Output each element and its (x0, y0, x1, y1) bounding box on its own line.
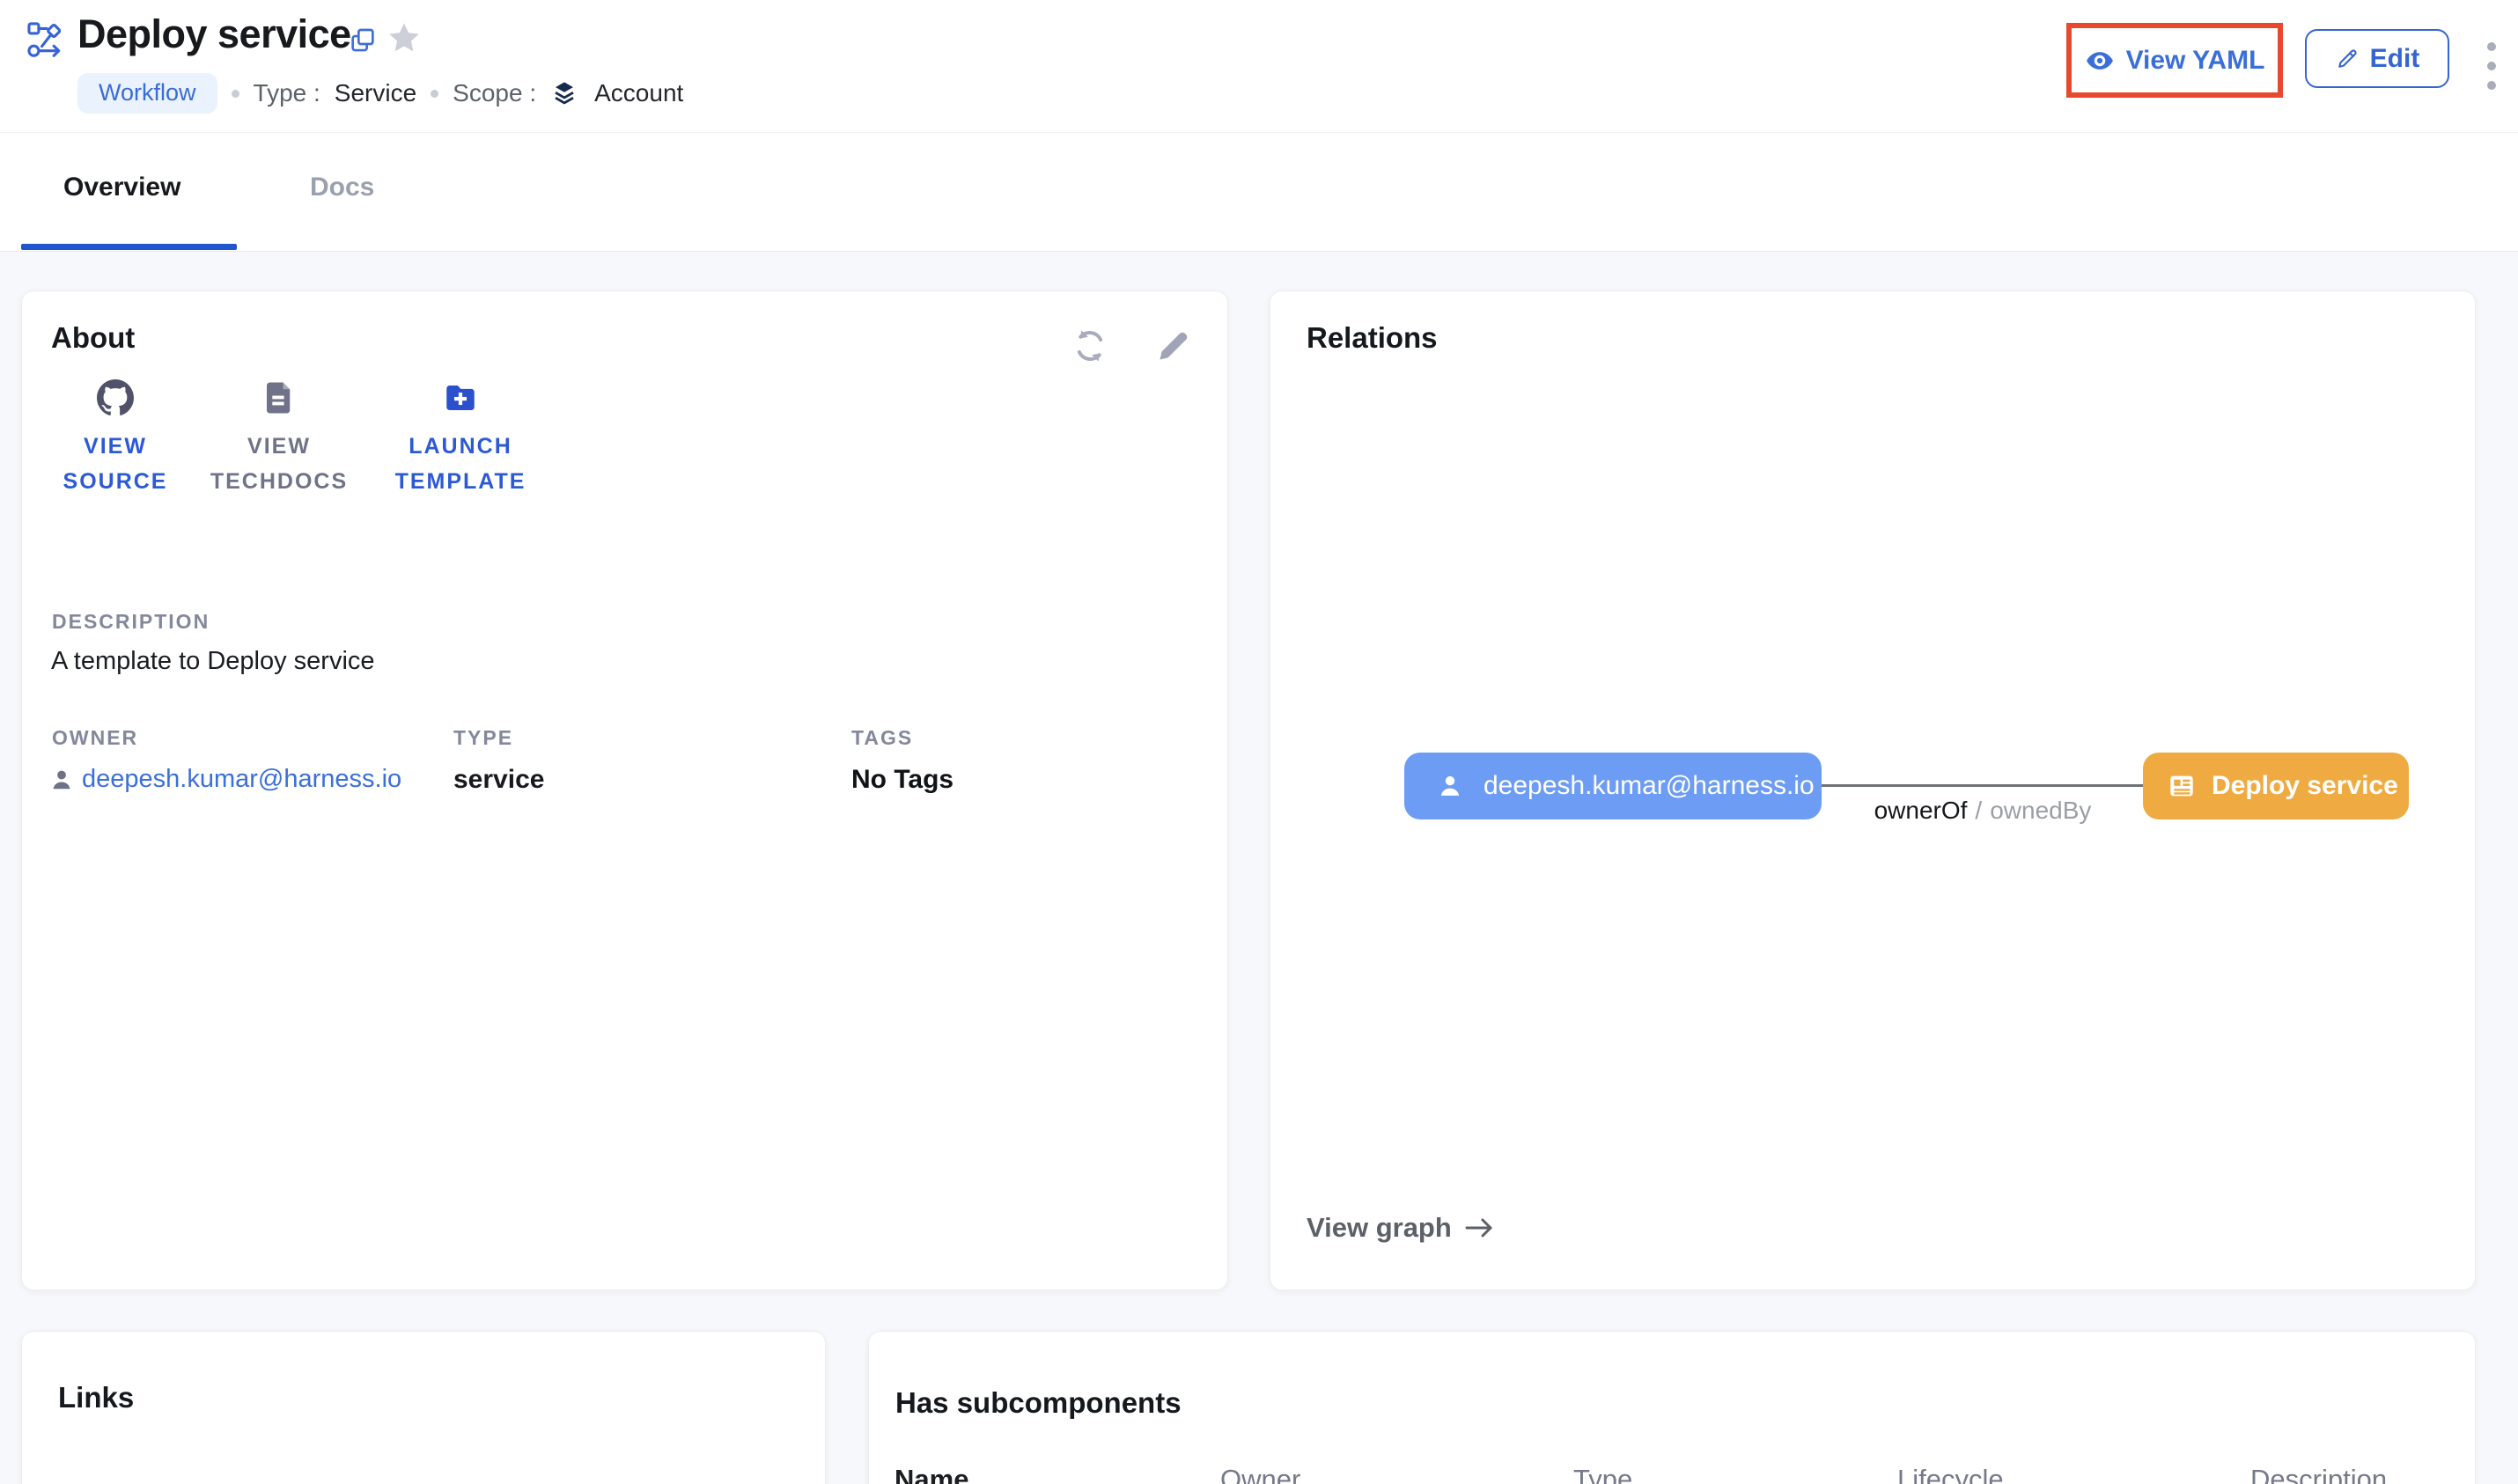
type-label: Type : (254, 79, 320, 107)
edge-label-ownerof: ownerOf (1874, 797, 1968, 825)
scope-label: Scope : (453, 79, 536, 107)
graph-node-component[interactable]: Deploy service (2143, 753, 2409, 819)
tags-label: TAGS (851, 726, 913, 750)
edit-label: Edit (2370, 44, 2420, 74)
description-label: DESCRIPTION (52, 610, 210, 634)
graph-node-user-label: deepesh.kumar@harness.io (1484, 771, 1815, 801)
column-header-name[interactable]: Name (895, 1464, 968, 1484)
subcomponents-card-title: Has subcomponents (895, 1386, 1182, 1420)
launch-template-label-line1: LAUNCH (395, 429, 526, 464)
relation-edge-label: ownerOf / ownedBy (1822, 797, 2144, 825)
view-graph-link[interactable]: View graph (1307, 1212, 1496, 1244)
page-header: Deploy service Workflow Type : Service S… (0, 0, 2518, 252)
view-yaml-label: View YAML (2126, 46, 2265, 76)
edit-about-pencil-icon[interactable] (1154, 327, 1193, 365)
view-yaml-highlight-box: View YAML (2066, 23, 2283, 98)
view-techdocs-label-line1: VIEW (210, 429, 348, 464)
refresh-icon[interactable] (1071, 327, 1109, 365)
type-value: Service (335, 79, 416, 107)
entity-meta-row: Workflow Type : Service Scope : Account (77, 72, 683, 114)
separator-dot (232, 90, 239, 98)
kind-badge: Workflow (77, 73, 217, 114)
column-header-description[interactable]: Description (2250, 1464, 2387, 1484)
view-graph-label: View graph (1307, 1212, 1452, 1244)
person-icon (1436, 772, 1464, 800)
layers-icon (550, 79, 578, 107)
view-source-label-line1: VIEW (63, 429, 168, 464)
scope-value: Account (594, 79, 683, 107)
relations-card: Relations ownerOf / ownedBy deepesh.kuma… (1270, 290, 2476, 1290)
tags-value: No Tags (851, 765, 953, 795)
owner-link[interactable]: deepesh.kumar@harness.io (82, 765, 401, 794)
graph-node-component-label: Deploy service (2212, 771, 2398, 801)
relation-edge-line (1822, 784, 2144, 787)
about-actions-row: VIEW SOURCE VIEW TECHDOCS (54, 379, 540, 499)
edge-label-separator: / (1975, 797, 1982, 825)
eye-icon (2085, 46, 2115, 76)
tab-overview[interactable]: Overview (63, 173, 180, 202)
page-title: Deploy service (77, 11, 351, 57)
view-source-label-line2: SOURCE (63, 464, 168, 499)
edge-label-ownedby: ownedBy (1990, 797, 2091, 825)
subcomponents-card: Has subcomponents Name Owner Type Lifecy… (868, 1331, 2476, 1484)
edit-button[interactable]: Edit (2305, 29, 2449, 88)
type-field-label: TYPE (453, 726, 513, 750)
copy-icon[interactable] (349, 26, 377, 55)
separator-dot (431, 90, 438, 98)
launch-template-button[interactable]: LAUNCH TEMPLATE (381, 379, 540, 499)
view-yaml-button[interactable]: View YAML (2085, 46, 2265, 76)
links-card: Links (21, 1331, 826, 1484)
active-tab-indicator (21, 244, 237, 250)
description-value: A template to Deploy service (51, 647, 375, 676)
folder-plus-icon (442, 379, 479, 416)
entity-page: Deploy service Workflow Type : Service S… (0, 0, 2518, 1484)
arrow-right-icon (1464, 1215, 1496, 1241)
tab-docs[interactable]: Docs (310, 173, 374, 202)
type-field-value: service (453, 765, 544, 795)
view-techdocs-button[interactable]: VIEW TECHDOCS (200, 379, 358, 499)
launch-template-label-line2: TEMPLATE (395, 464, 526, 499)
star-icon[interactable] (386, 19, 423, 56)
relations-card-title: Relations (1307, 321, 1438, 355)
view-source-button[interactable]: VIEW SOURCE (54, 379, 177, 499)
column-header-lifecycle[interactable]: Lifecycle (1897, 1464, 2004, 1484)
template-icon (2168, 772, 2196, 800)
header-divider (0, 132, 2518, 133)
person-icon (48, 767, 75, 793)
more-options-kebab-menu[interactable] (2486, 42, 2497, 90)
techdocs-icon (261, 379, 298, 416)
owner-label: OWNER (52, 726, 138, 750)
github-icon (97, 379, 134, 416)
about-card-title: About (51, 321, 135, 355)
column-header-type[interactable]: Type (1573, 1464, 1632, 1484)
workflow-icon (26, 21, 65, 60)
graph-node-user[interactable]: deepesh.kumar@harness.io (1404, 753, 1822, 819)
view-techdocs-label-line2: TECHDOCS (210, 464, 348, 499)
pencil-icon (2335, 47, 2360, 71)
links-card-title: Links (58, 1381, 134, 1414)
column-header-owner[interactable]: Owner (1220, 1464, 1300, 1484)
about-card: About VIEW SOURCE (21, 290, 1228, 1290)
